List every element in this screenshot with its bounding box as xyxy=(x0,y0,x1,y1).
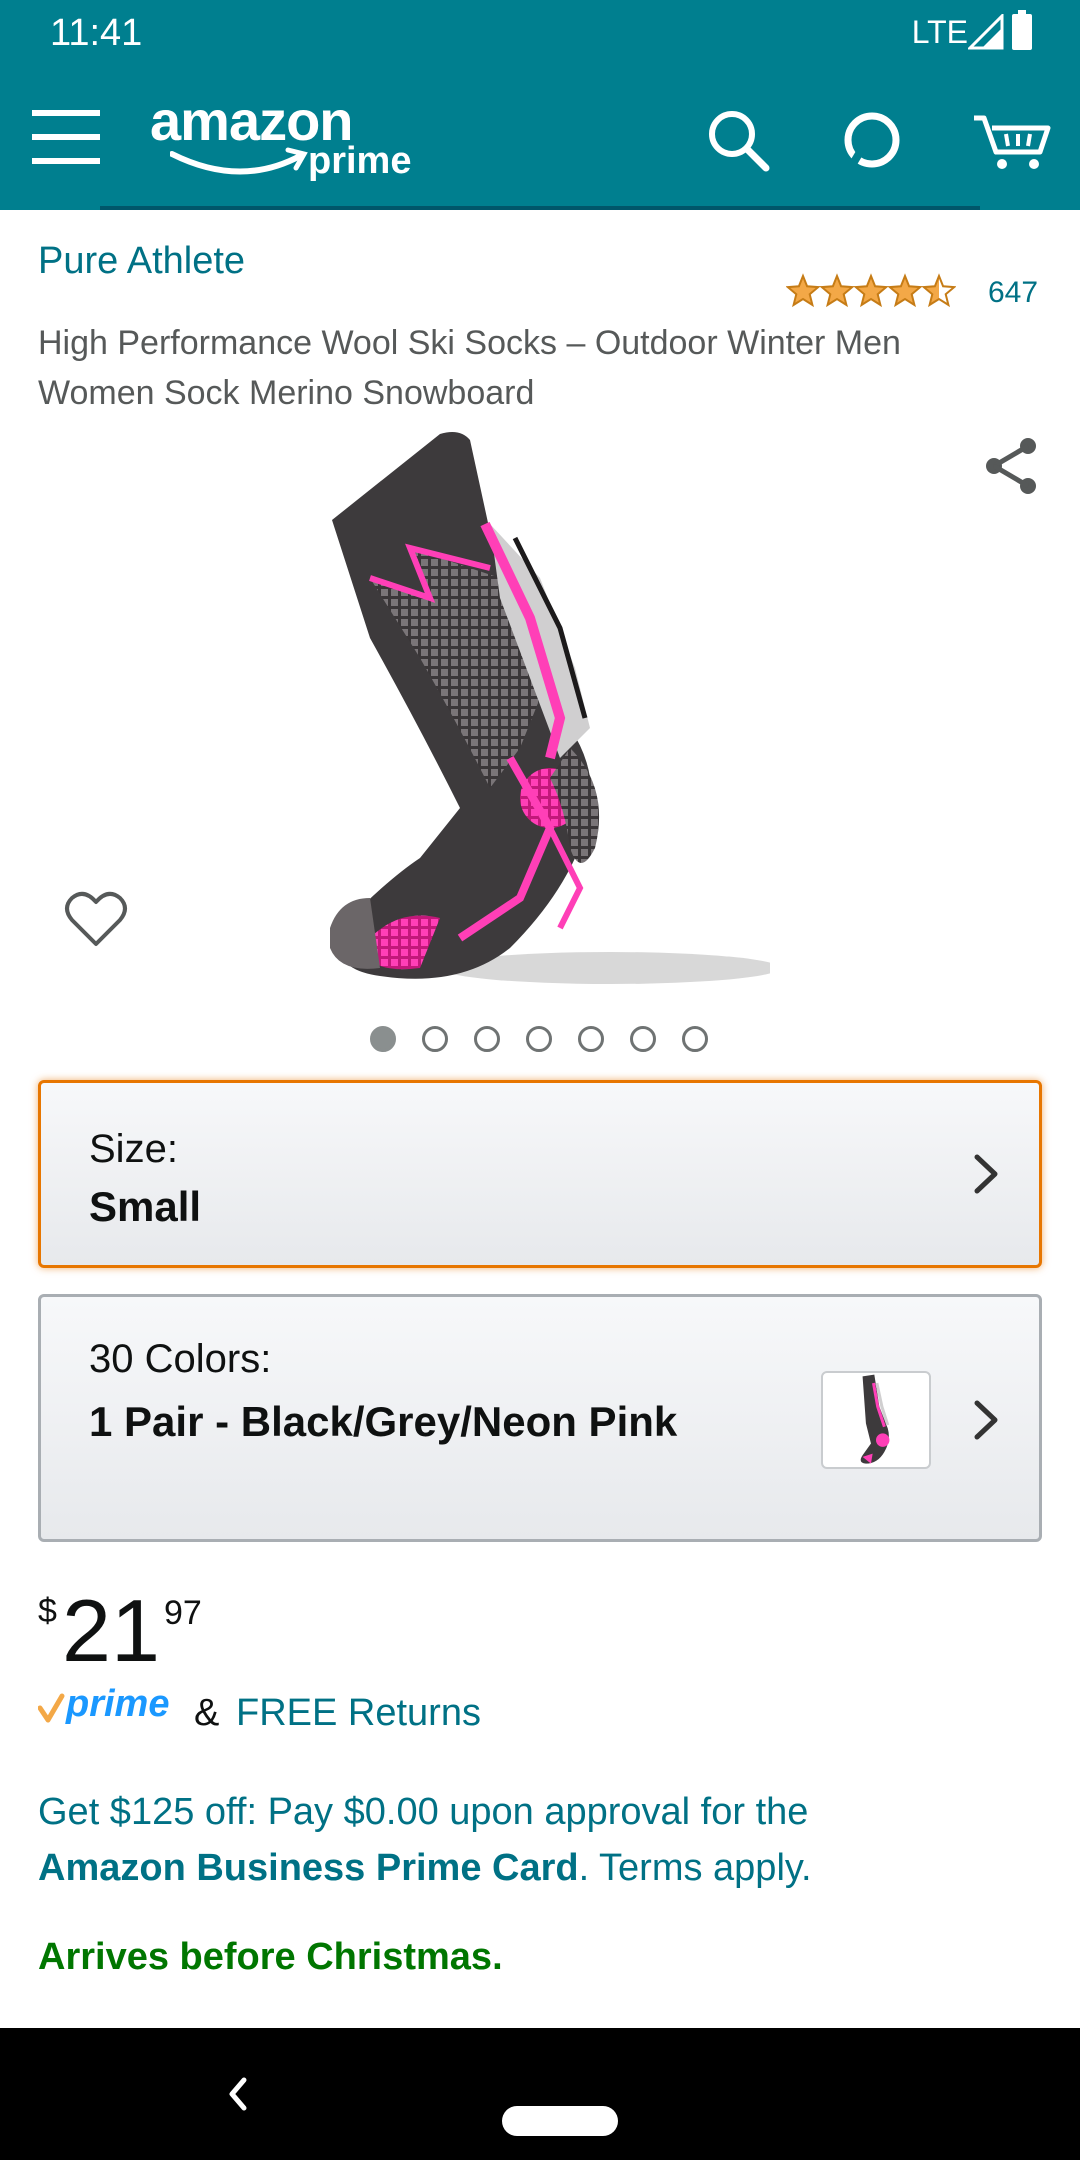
amazon-prime-logo[interactable]: amazon prime xyxy=(150,88,430,188)
size-label: Size: xyxy=(89,1127,178,1171)
size-value: Small xyxy=(89,1183,202,1230)
product-title: High Performance Wool Ski Socks – Outdoo… xyxy=(38,324,901,412)
status-bar: 11:41 LTE xyxy=(0,0,1080,66)
star-icon xyxy=(853,273,889,308)
promo-line-1: Get $125 off: Pay $0.00 upon approval fo… xyxy=(38,1791,809,1833)
home-pill[interactable] xyxy=(502,2106,618,2136)
color-selector[interactable]: 30 Colors: 1 Pair - Black/Grey/Neon Pink xyxy=(38,1294,1042,1542)
battery-icon xyxy=(1012,10,1032,50)
network-type: LTE xyxy=(911,14,968,50)
carousel-dot[interactable] xyxy=(526,1026,552,1052)
status-time: 11:41 xyxy=(50,12,143,54)
color-thumbnail xyxy=(821,1371,931,1469)
ampersand: & xyxy=(194,1692,220,1734)
promo-line-2: . Terms apply. xyxy=(578,1847,812,1889)
back-icon[interactable] xyxy=(222,2074,256,2114)
color-label: 30 Colors: xyxy=(89,1337,272,1381)
promo-card-name: Amazon Business Prime Card xyxy=(38,1847,579,1889)
logo-sub: prime xyxy=(308,140,412,182)
share-icon[interactable] xyxy=(982,436,1042,496)
carousel-dot[interactable] xyxy=(370,1026,396,1052)
star-icon xyxy=(786,273,821,308)
product-image[interactable] xyxy=(310,428,770,988)
star-icon xyxy=(819,273,855,308)
rating-stars[interactable] xyxy=(786,272,956,312)
image-carousel-dots[interactable] xyxy=(370,1026,730,1056)
prime-badge-icon: prime xyxy=(38,1683,169,1725)
price-fraction: 97 xyxy=(164,1594,202,1632)
signal-icon xyxy=(968,14,1004,50)
chevron-right-icon xyxy=(974,1400,998,1440)
carousel-dot[interactable] xyxy=(682,1026,708,1052)
free-returns-link[interactable]: FREE Returns xyxy=(236,1692,481,1735)
header-divider xyxy=(100,206,980,210)
color-value: 1 Pair - Black/Grey/Neon Pink xyxy=(89,1398,678,1445)
search-icon[interactable] xyxy=(706,108,770,172)
delivery-message: Arrives before Christmas. xyxy=(38,1936,503,1978)
size-selector[interactable]: Size: Small xyxy=(38,1080,1042,1268)
alexa-icon[interactable] xyxy=(842,110,902,170)
chevron-right-icon xyxy=(974,1154,998,1194)
star-icon xyxy=(887,273,923,308)
rating-count[interactable]: 647 xyxy=(988,276,1038,310)
prime-label: prime xyxy=(65,1683,169,1725)
price-symbol: $ xyxy=(38,1592,57,1630)
carousel-dot[interactable] xyxy=(578,1026,604,1052)
heart-icon[interactable] xyxy=(64,890,128,950)
price-whole: 21 xyxy=(62,1581,160,1680)
app-header: amazon prime xyxy=(0,66,1080,210)
card-promo[interactable]: Get $125 off: Pay $0.00 upon approval fo… xyxy=(38,1784,1038,1896)
color-thumbnail-image xyxy=(860,1374,890,1464)
smile-icon xyxy=(170,147,308,175)
star-icon xyxy=(921,273,956,308)
system-nav-bar xyxy=(0,2028,1080,2160)
carousel-dot[interactable] xyxy=(474,1026,500,1052)
menu-icon[interactable] xyxy=(32,108,100,166)
brand-link[interactable]: Pure Athlete xyxy=(38,240,245,283)
carousel-dot[interactable] xyxy=(422,1026,448,1052)
cart-icon[interactable] xyxy=(972,108,1052,172)
carousel-dot[interactable] xyxy=(630,1026,656,1052)
